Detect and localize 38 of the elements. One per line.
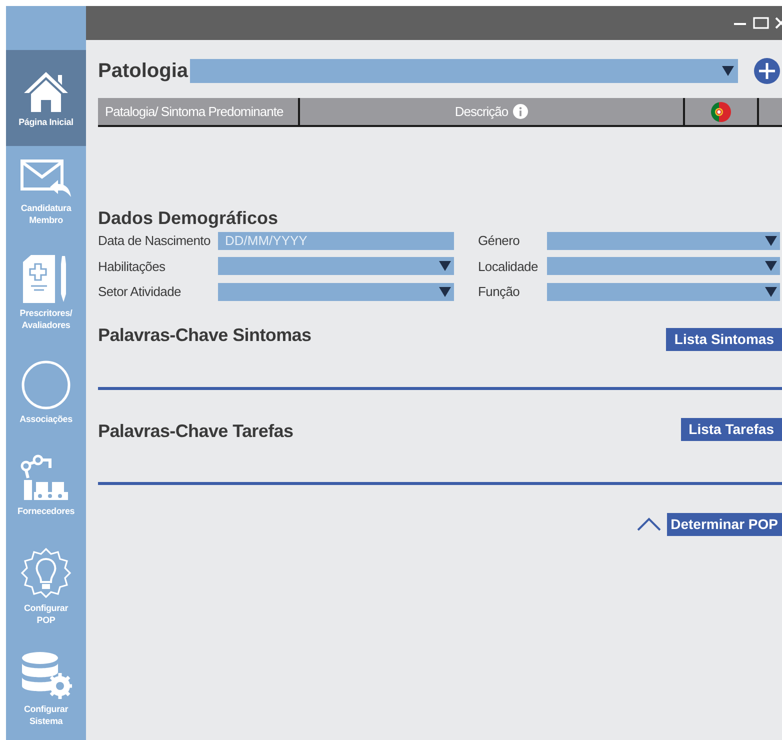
close-icon[interactable] xyxy=(775,16,782,30)
field-label: Setor Atividade xyxy=(98,283,182,301)
dropdown-field[interactable] xyxy=(218,257,454,276)
field-label: Localidade xyxy=(478,258,539,276)
date-field[interactable]: DD/MM/YYYY xyxy=(218,232,454,250)
dropdown-field[interactable] xyxy=(547,257,780,276)
determine-button[interactable]: Determinar POP xyxy=(666,512,782,536)
portugal-flag-icon[interactable] xyxy=(711,102,731,122)
dropdown-arrow-icon[interactable] xyxy=(439,261,451,272)
field-label: Habilitações xyxy=(98,258,166,276)
dropdown-arrow-icon[interactable] xyxy=(765,286,777,297)
list-button[interactable]: Lista Tarefas xyxy=(680,418,782,440)
field-label: Função xyxy=(478,283,521,301)
circle-icon xyxy=(21,360,71,410)
database-gear-icon xyxy=(20,650,72,700)
info-icon[interactable] xyxy=(513,104,528,119)
dropdown-field[interactable] xyxy=(547,282,780,301)
field-label: Género xyxy=(478,232,521,250)
section-title: Palavras-Chave Sintomas xyxy=(98,324,312,346)
section-title: Patologia xyxy=(98,59,190,84)
dropdown-arrow-icon[interactable] xyxy=(765,236,777,246)
section-title: Palavras-Chave Tarefas xyxy=(98,420,294,442)
chevron-up-icon[interactable] xyxy=(636,517,661,531)
list-button[interactable]: Lista Sintomas xyxy=(666,328,782,350)
dropdown-arrow-icon[interactable] xyxy=(765,261,777,272)
column-header: Patalogia/ Sintoma Predominante xyxy=(98,98,298,125)
dropdown-arrow-icon[interactable] xyxy=(439,286,451,297)
add-button[interactable] xyxy=(754,58,780,84)
sidebar-item[interactable]: Página Inicial xyxy=(6,50,86,146)
dropdown-arrow-icon[interactable] xyxy=(722,66,734,76)
dropdown-field[interactable] xyxy=(547,232,780,250)
maximize-icon[interactable] xyxy=(753,16,769,30)
dropdown-field[interactable] xyxy=(218,282,454,301)
section-title: Dados Demográficos xyxy=(98,207,280,229)
envelope-icon xyxy=(20,158,72,198)
field-label: Data de Nascimento xyxy=(98,232,212,250)
lightbulb-gear-icon xyxy=(20,546,72,598)
column-header: Descrição xyxy=(298,98,683,125)
